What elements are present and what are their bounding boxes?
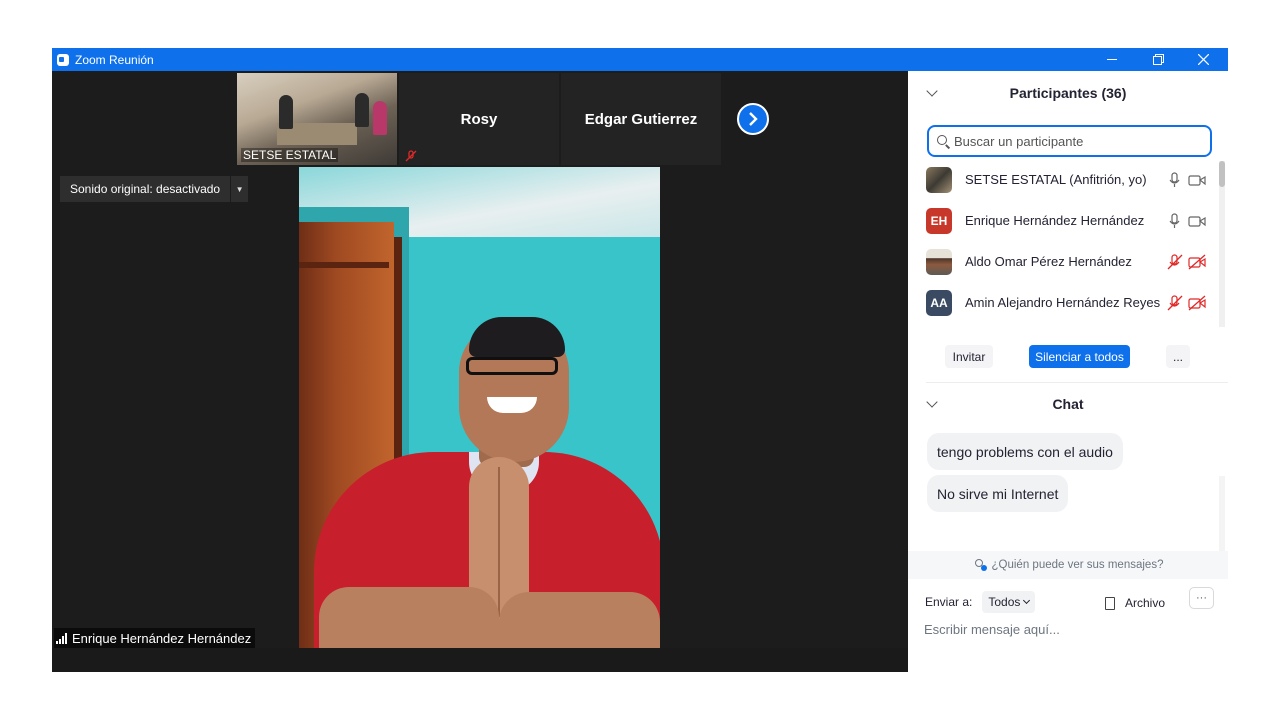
chat-message: tengo problems con el audio — [927, 433, 1123, 470]
video-tile-setse[interactable]: SETSE ESTATAL — [237, 73, 415, 165]
scrollbar-thumb[interactable] — [1219, 161, 1225, 187]
user-privacy-icon — [973, 559, 987, 571]
participant-row[interactable]: AA Amin Alejandro Hernández Reyes — [908, 282, 1218, 323]
mic-muted-icon — [405, 150, 417, 162]
person-figure — [355, 93, 369, 127]
search-input[interactable] — [954, 133, 1194, 149]
search-icon — [937, 134, 950, 148]
original-sound-button[interactable]: Sonido original: desactivado ▼ — [60, 176, 249, 202]
avatar: EH — [926, 207, 952, 234]
participants-title: Participantes (36) — [1009, 85, 1127, 101]
chat-message-input[interactable] — [924, 617, 1214, 641]
glasses — [466, 357, 558, 375]
minimize-button[interactable] — [1089, 48, 1135, 71]
send-to-dropdown[interactable]: Todos — [982, 591, 1036, 613]
tile-name: Rosy — [460, 110, 498, 128]
thumbnail-strip: SETSE ESTATAL Rosy Edgar Gutierrez — [237, 73, 721, 165]
meeting-controls-bar — [52, 648, 908, 672]
avatar: AA — [926, 289, 952, 316]
camera-off-icon[interactable] — [1188, 254, 1206, 270]
chevron-down-icon[interactable] — [926, 85, 938, 97]
send-to-row: Enviar a: Todos — [925, 591, 1036, 613]
video-tile-rosy[interactable]: Rosy — [399, 73, 559, 165]
file-label: Archivo — [1125, 596, 1166, 610]
send-to-label: Enviar a: — [925, 595, 973, 609]
microphone-icon[interactable] — [1166, 171, 1184, 188]
hair — [469, 317, 565, 357]
tile-name: Edgar Gutierrez — [584, 110, 698, 128]
chat-privacy-note[interactable]: ¿Quién puede ver sus mensajes? — [908, 551, 1228, 579]
person-figure — [279, 95, 293, 129]
hands-line — [498, 467, 500, 617]
microphone-muted-icon[interactable] — [1166, 294, 1184, 311]
window-title: Zoom Reunión — [75, 52, 154, 67]
avatar — [926, 248, 952, 275]
side-panel: Participantes (36) SETSE ESTATAL (Anfitr… — [908, 71, 1228, 672]
participant-name: SETSE ESTATAL (Anfitrión, yo) — [965, 172, 1147, 187]
main-speaker-video — [299, 167, 660, 648]
mute-all-button[interactable]: Silenciar a todos — [1029, 345, 1130, 368]
microphone-icon[interactable] — [1166, 212, 1184, 229]
participant-name: Enrique Hernández Hernández — [965, 213, 1145, 228]
video-tile-edgar[interactable]: Edgar Gutierrez — [561, 73, 721, 165]
dropdown-arrow-icon[interactable]: ▼ — [230, 176, 248, 202]
forearm-left — [319, 587, 499, 648]
forearm-right — [499, 592, 660, 648]
camera-icon[interactable] — [1188, 172, 1206, 188]
zoom-window: Zoom Reunión SETSE ESTATAL Rosy Edgar Gu… — [52, 48, 1228, 672]
chevron-right-icon — [749, 112, 758, 126]
door-panel — [299, 262, 389, 268]
participant-row[interactable]: EH Enrique Hernández Hernández — [908, 200, 1218, 241]
chat-header[interactable]: Chat — [908, 384, 1228, 424]
privacy-text: ¿Quién puede ver sus mensajes? — [991, 559, 1164, 571]
participant-search[interactable] — [927, 125, 1212, 157]
tile-name: SETSE ESTATAL — [241, 148, 339, 162]
participants-header[interactable]: Participantes (36) — [908, 73, 1228, 113]
camera-icon[interactable] — [1188, 213, 1206, 229]
next-page-button[interactable] — [737, 103, 769, 135]
chat-more-button[interactable]: ··· — [1189, 587, 1214, 609]
invite-button[interactable]: Invitar — [945, 345, 993, 368]
speaker-name: Enrique Hernández Hernández — [72, 630, 252, 646]
avatar — [926, 166, 952, 193]
person-figure — [373, 101, 387, 135]
more-options-button[interactable]: ... — [1166, 345, 1190, 368]
zoom-logo-icon — [57, 53, 69, 66]
file-button[interactable]: Archivo — [1105, 591, 1165, 615]
participant-name: Amin Alejandro Hernández Reyes — [965, 295, 1161, 310]
chat-message: No sirve mi Internet — [927, 475, 1069, 512]
send-to-value: Todos — [988, 595, 1021, 609]
participant-list: SETSE ESTATAL (Anfitrión, yo) EH Enrique… — [908, 159, 1228, 327]
participant-list-scrollbar[interactable] — [1219, 161, 1225, 327]
video-area: SETSE ESTATAL Rosy Edgar Gutierrez Sonid… — [52, 71, 908, 672]
chevron-down-icon — [1023, 596, 1031, 605]
camera-off-icon[interactable] — [1188, 295, 1206, 311]
participant-name: Aldo Omar Pérez Hernández — [965, 254, 1132, 269]
original-sound-label: Sonido original: desactivado — [70, 182, 221, 196]
connection-bars-icon — [56, 632, 67, 644]
close-button[interactable] — [1180, 48, 1226, 71]
chevron-down-icon[interactable] — [926, 396, 938, 408]
chat-title: Chat — [1052, 396, 1084, 412]
participant-row[interactable]: SETSE ESTATAL (Anfitrión, yo) — [908, 159, 1218, 200]
title-bar: Zoom Reunión — [52, 48, 1228, 71]
microphone-muted-icon[interactable] — [1166, 253, 1184, 270]
file-icon — [1105, 596, 1115, 610]
section-divider — [926, 382, 1228, 383]
participant-row[interactable]: Aldo Omar Pérez Hernández — [908, 241, 1218, 282]
restore-button[interactable] — [1135, 48, 1181, 71]
speaker-name-label: Enrique Hernández Hernández — [54, 628, 256, 648]
